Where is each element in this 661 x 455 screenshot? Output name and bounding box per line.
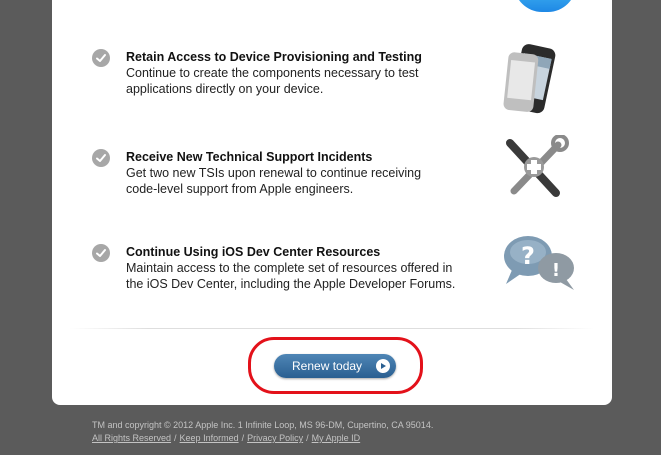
footer: TM and copyright © 2012 Apple Inc. 1 Inf… <box>92 419 433 445</box>
copyright-text: TM and copyright © 2012 Apple Inc. 1 Inf… <box>92 420 434 430</box>
highlight-annotation <box>248 337 423 394</box>
question-exclamation-bubbles-icon: ? ! <box>500 232 580 297</box>
iphone-device-icon <box>500 41 560 122</box>
app-icon-partial <box>514 0 576 12</box>
privacy-policy-link[interactable]: Privacy Policy <box>247 433 303 443</box>
feature-description-line: Maintain access to the complete set of r… <box>126 261 453 275</box>
tools-plus-icon <box>500 134 570 206</box>
divider <box>70 328 594 329</box>
feature-description-line: Get two new TSIs upon renewal to continu… <box>126 166 422 180</box>
footer-links: All Rights Reserved / Keep Informed / Privac… <box>92 433 361 443</box>
checkmark-icon <box>92 149 110 167</box>
feature-description-line: code-level support from Apple engineers. <box>126 182 354 196</box>
my-apple-id-link[interactable]: My Apple ID <box>312 433 361 443</box>
svg-text:!: ! <box>552 260 560 281</box>
checkmark-icon <box>92 49 110 67</box>
feature-description-line: the iOS Dev Center, including the Apple … <box>126 277 456 291</box>
feature-description-line: Continue to create the components necess… <box>126 66 419 80</box>
checkmark-icon <box>92 244 110 262</box>
feature-title: Continue Using iOS Dev Center Resources <box>126 245 381 259</box>
feature-description-line: applications directly on your device. <box>126 82 324 96</box>
svg-text:?: ? <box>521 242 535 270</box>
feature-title: Receive New Technical Support Incidents <box>126 150 373 164</box>
feature-title: Retain Access to Device Provisioning and… <box>126 50 422 64</box>
all-rights-reserved-link[interactable]: All Rights Reserved <box>92 433 171 443</box>
keep-informed-link[interactable]: Keep Informed <box>180 433 239 443</box>
